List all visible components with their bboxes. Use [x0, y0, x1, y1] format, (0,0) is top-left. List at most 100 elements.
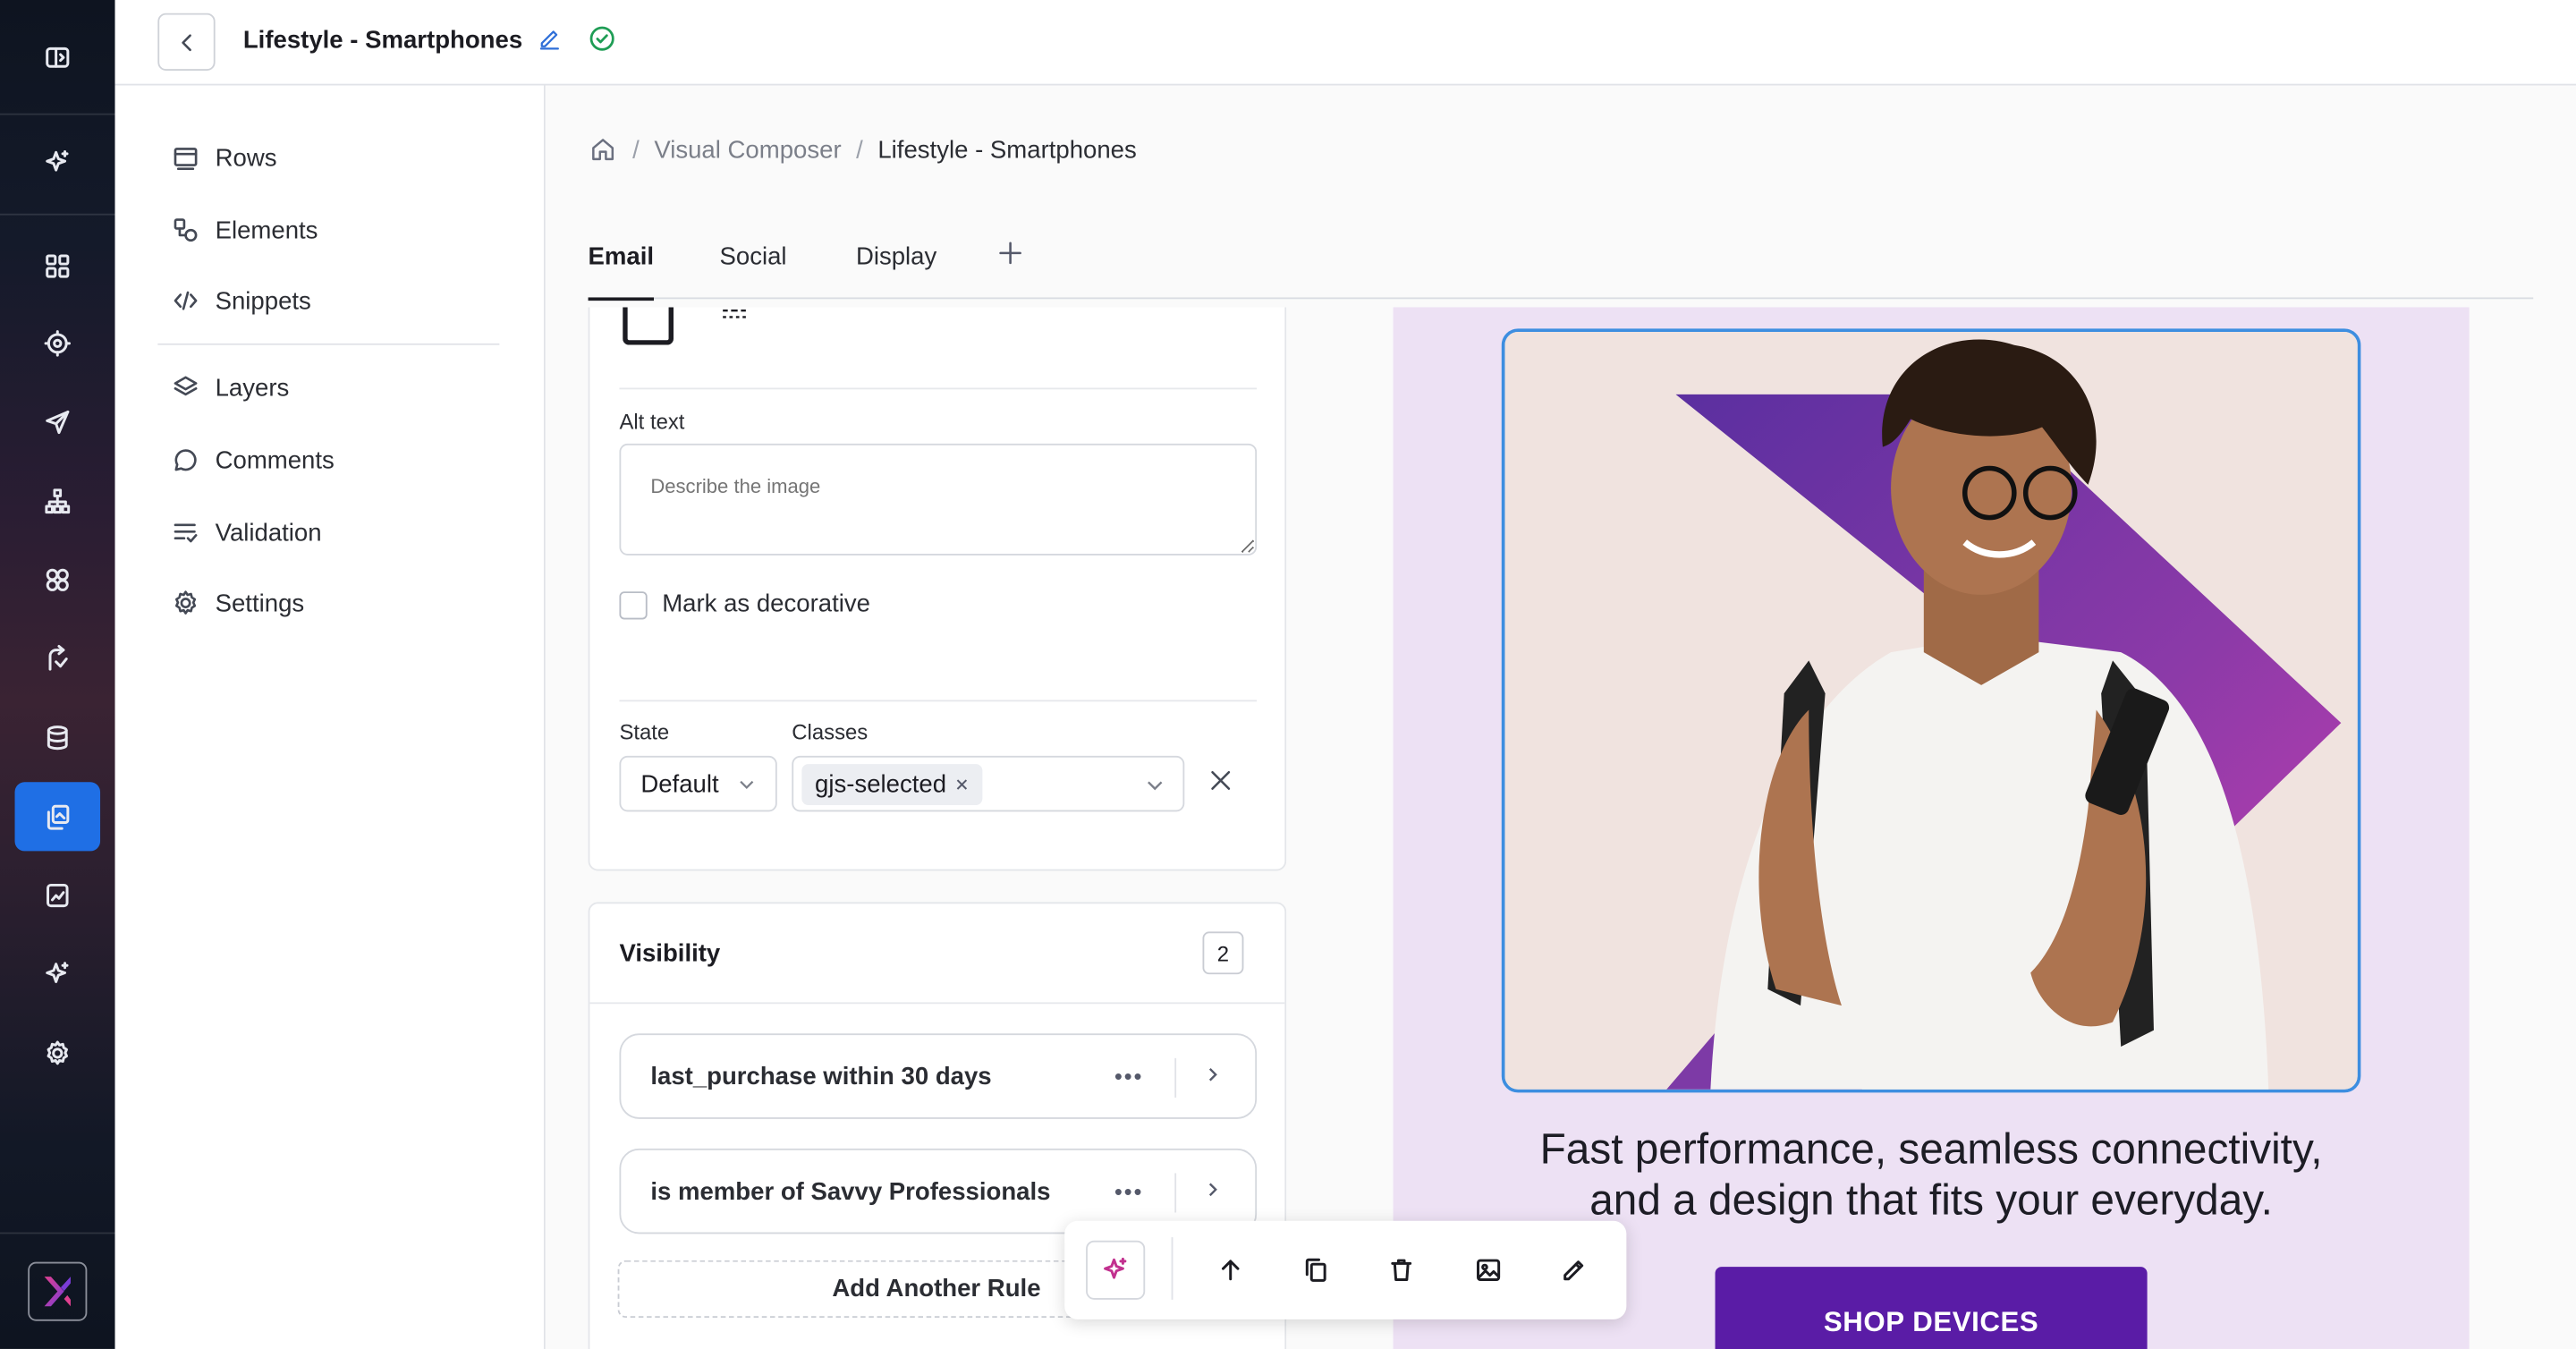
flow-icon	[48, 644, 68, 671]
rail-reports-button[interactable]	[15, 861, 101, 929]
comment-icon	[174, 449, 197, 471]
sidebar-item-settings[interactable]: Settings	[171, 580, 304, 625]
edit-button[interactable]	[1545, 1241, 1604, 1300]
hierarchy-icon	[45, 488, 71, 514]
classes-select[interactable]: gjs-selected	[792, 755, 1185, 812]
sidebar-item-label: Comments	[215, 445, 335, 474]
border-style-icon[interactable]	[623, 307, 674, 345]
rail-settings-button[interactable]	[15, 1019, 101, 1088]
rail-targeting-button[interactable]	[15, 309, 101, 378]
alt-text-input[interactable]	[619, 443, 1258, 556]
rows-icon	[174, 148, 198, 171]
breadcrumb-current: Lifestyle - Smartphones	[877, 135, 1137, 164]
hero-image[interactable]	[1501, 328, 2361, 1093]
target-icon	[44, 330, 71, 357]
breadcrumb: / Visual Composer / Lifestyle - Smartpho…	[589, 132, 1137, 167]
edit-title-button[interactable]	[538, 26, 563, 57]
element-toolbar	[1064, 1220, 1627, 1319]
chevron-left-icon	[181, 33, 191, 51]
chevron-right-icon[interactable]	[1202, 1065, 1222, 1084]
trash-icon	[1391, 1259, 1412, 1282]
breadcrumb-item[interactable]: Visual Composer	[654, 136, 841, 164]
sidebar-item-label: Validation	[215, 518, 322, 547]
back-button[interactable]	[157, 13, 216, 71]
rail-journeys-button[interactable]	[15, 467, 101, 536]
ai-assistant-button[interactable]	[15, 128, 101, 197]
sidebar-item-comments[interactable]: Comments	[171, 437, 335, 483]
shapes-icon	[174, 218, 198, 242]
sidebar-item-label: Elements	[215, 216, 318, 244]
remove-class-button[interactable]	[954, 777, 970, 793]
shop-devices-button[interactable]: SHOP DEVICES	[1715, 1267, 2148, 1349]
tab-display[interactable]: Display	[856, 243, 936, 299]
duplicate-button[interactable]	[1286, 1241, 1345, 1300]
document-title: Lifestyle - Smartphones	[242, 26, 523, 55]
rail-campaigns-button[interactable]	[15, 387, 101, 456]
database-icon	[47, 725, 68, 751]
code-icon	[174, 291, 198, 310]
state-label: State	[619, 719, 670, 745]
rail-content-button[interactable]	[14, 782, 101, 852]
divider	[589, 1002, 1285, 1005]
segments-icon	[46, 568, 69, 591]
rail-data-button[interactable]	[15, 703, 101, 772]
rail-dashboard-button[interactable]	[15, 232, 101, 301]
rail-segments-button[interactable]	[15, 546, 101, 615]
dashed-lines-icon	[723, 309, 746, 318]
ai-generate-button[interactable]	[1086, 1240, 1146, 1300]
divider	[619, 387, 1258, 390]
tab-social[interactable]: Social	[719, 243, 786, 299]
report-icon	[47, 883, 69, 908]
brand-logo[interactable]	[28, 1261, 88, 1321]
tab-email[interactable]: Email	[588, 243, 655, 301]
gear-icon	[47, 1040, 69, 1065]
state-value: Default	[640, 769, 719, 798]
headline-line: and a design that fits your everyday.	[1589, 1175, 2273, 1225]
arrow-up-icon	[1221, 1260, 1240, 1281]
classes-label: Classes	[792, 719, 869, 745]
sidebar-item-validation[interactable]: Validation	[171, 509, 322, 555]
collapse-sidebar-button[interactable]	[15, 23, 101, 92]
border-dashed-button[interactable]	[721, 307, 747, 328]
add-tab-button[interactable]	[997, 240, 1023, 295]
sidebar-item-label: Snippets	[215, 286, 311, 315]
home-icon	[592, 139, 614, 161]
sidebar-item-rows[interactable]: Rows	[171, 135, 277, 181]
delete-button[interactable]	[1372, 1241, 1431, 1300]
pencil-icon	[540, 30, 560, 50]
class-tag-label: gjs-selected	[815, 770, 947, 799]
top-bar: Lifestyle - Smartphones	[114, 0, 2576, 86]
visibility-rule[interactable]: last_purchase within 30 days •••	[619, 1033, 1258, 1119]
state-select[interactable]: Default	[619, 755, 777, 812]
app-rail	[0, 0, 115, 1349]
composer-sidebar: Rows Elements Snippets Layers Comments V…	[114, 85, 546, 1349]
select-parent-button[interactable]	[1201, 1241, 1260, 1300]
decorative-checkbox[interactable]	[619, 591, 648, 620]
breadcrumb-home[interactable]	[589, 135, 618, 165]
content-copy-icon	[47, 804, 70, 830]
check-circle-icon	[590, 26, 615, 51]
chevron-right-icon[interactable]	[1202, 1180, 1222, 1200]
copy-icon	[1305, 1258, 1326, 1282]
checklist-icon	[174, 523, 198, 543]
sidebar-item-label: Layers	[215, 373, 290, 403]
sparkle-icon	[46, 962, 69, 983]
rail-ai-button[interactable]	[15, 940, 101, 1009]
sidebar-item-layers[interactable]: Layers	[171, 365, 289, 411]
toolbar-divider	[1171, 1237, 1174, 1300]
sidebar-divider	[157, 343, 500, 345]
send-icon	[46, 410, 70, 435]
replace-image-button[interactable]	[1459, 1241, 1518, 1300]
rule-menu-button[interactable]: •••	[1114, 1063, 1144, 1089]
clear-classes-button[interactable]	[1209, 769, 1233, 801]
rule-menu-button[interactable]: •••	[1114, 1178, 1144, 1204]
sparkle-icon	[1104, 1257, 1127, 1279]
main-area: / Visual Composer / Lifestyle - Smartpho…	[545, 85, 2576, 1349]
close-icon	[1211, 770, 1231, 790]
sidebar-item-snippets[interactable]: Snippets	[171, 277, 311, 323]
sidebar-item-elements[interactable]: Elements	[171, 207, 318, 252]
rail-automation-button[interactable]	[15, 624, 101, 693]
panel-toggle-icon	[46, 47, 70, 68]
headline-line: Fast performance, seamless connectivity,	[1539, 1124, 2323, 1174]
properties-panel: Alt text Mark as decorative State Classe…	[588, 307, 1287, 1349]
